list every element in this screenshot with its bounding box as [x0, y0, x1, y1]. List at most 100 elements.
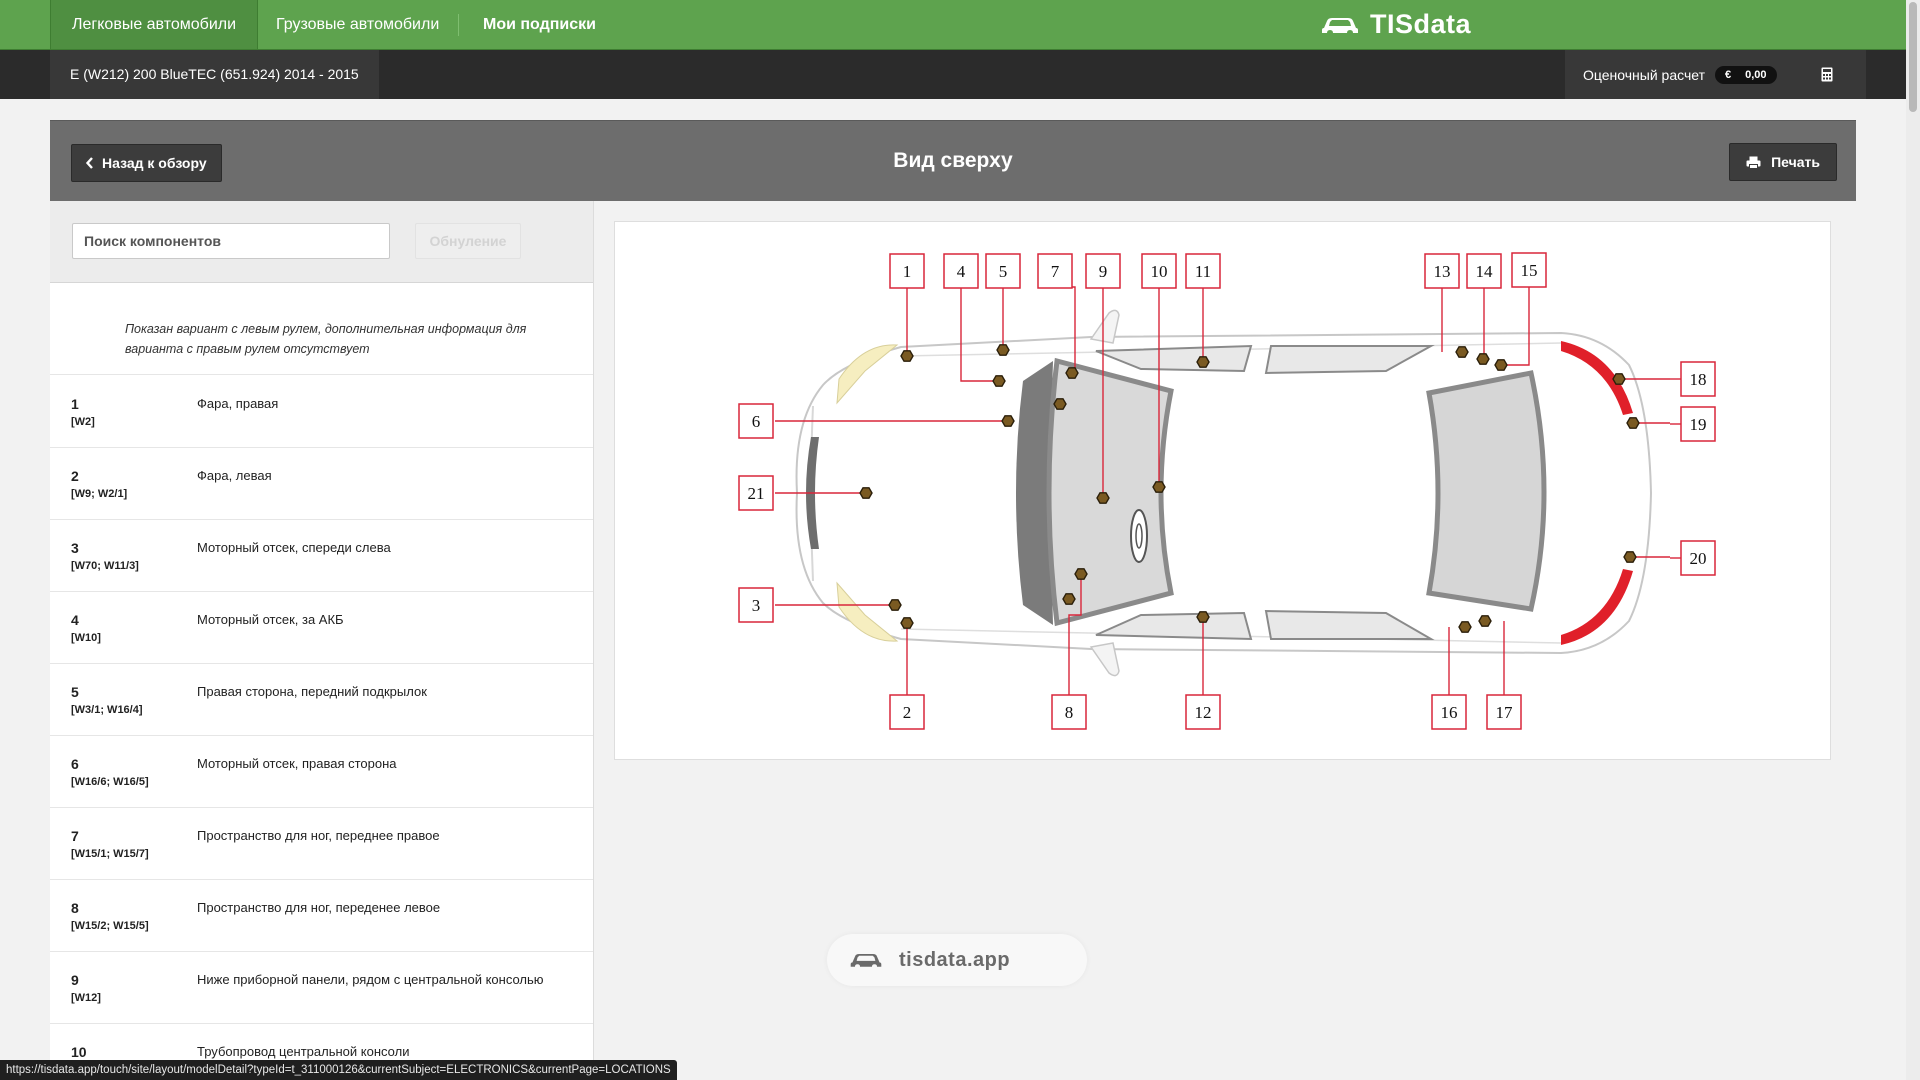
- component-code: [W70; W11/3]: [71, 560, 139, 572]
- list-item[interactable]: 9 [W12] Ниже приборной панели, рядом с ц…: [50, 952, 593, 1024]
- label-box-5[interactable]: 5: [985, 253, 1021, 289]
- scrollbar-thumb[interactable]: [1909, 2, 1917, 112]
- marker-12[interactable]: [1196, 611, 1210, 623]
- marker-14[interactable]: [1476, 353, 1490, 365]
- list-item[interactable]: 5 [W3/1; W16/4] Правая сторона, передний…: [50, 664, 593, 736]
- marker-19[interactable]: [1626, 417, 1640, 429]
- page-scrollbar[interactable]: [1906, 0, 1920, 1080]
- component-description: Ниже приборной панели, рядом с центральн…: [197, 972, 544, 987]
- nav-separator: [458, 14, 459, 36]
- component-number: 1: [71, 396, 79, 412]
- calculator-icon: [1821, 67, 1833, 82]
- component-description: Пространство для ног, переднее правое: [197, 828, 440, 843]
- list-item[interactable]: 4 [W10] Моторный отсек, за АКБ: [50, 592, 593, 664]
- component-number: 7: [71, 828, 79, 844]
- component-description: Фара, левая: [197, 468, 272, 483]
- label-box-11[interactable]: 11: [1185, 253, 1221, 289]
- marker-15[interactable]: [1494, 359, 1508, 371]
- marker-11[interactable]: [1196, 356, 1210, 368]
- marker-7b[interactable]: [1053, 398, 1067, 410]
- label-box-4[interactable]: 4: [943, 253, 979, 289]
- marker-8b[interactable]: [1062, 593, 1076, 605]
- car-top-view-diagram: 1 4 5 7 9 10 11 13 14 15 6 21 3 2 8 12 1…: [738, 252, 1716, 730]
- label-box-3[interactable]: 3: [738, 587, 774, 623]
- list-item[interactable]: 1 [W2] Фара, правая: [50, 376, 593, 448]
- marker-4[interactable]: [992, 375, 1006, 387]
- component-code: [W15/2; W15/5]: [71, 920, 149, 932]
- label-box-6[interactable]: 6: [738, 403, 774, 439]
- label-box-17[interactable]: 17: [1486, 694, 1522, 730]
- label-12: 12: [1195, 703, 1212, 722]
- component-number: 3: [71, 540, 79, 556]
- marker-2[interactable]: [900, 617, 914, 629]
- marker-10[interactable]: [1152, 481, 1166, 493]
- component-description: Моторный отсек, спереди слева: [197, 540, 391, 555]
- label-box-15[interactable]: 15: [1511, 252, 1547, 288]
- marker-17[interactable]: [1478, 615, 1492, 627]
- component-code: [W15/1; W15/7]: [71, 848, 149, 860]
- component-number: 10: [71, 1044, 87, 1060]
- car-icon: [850, 954, 882, 967]
- list-item[interactable]: 7 [W15/1; W15/7] Пространство для ног, п…: [50, 808, 593, 880]
- label-box-14[interactable]: 14: [1466, 253, 1502, 289]
- marker-9[interactable]: [1096, 492, 1110, 504]
- label-box-1[interactable]: 1: [889, 253, 925, 289]
- list-item[interactable]: 8 [W15/2; W15/5] Пространство для ног, п…: [50, 880, 593, 952]
- marker-20[interactable]: [1623, 551, 1637, 563]
- label-box-10[interactable]: 10: [1141, 253, 1177, 289]
- component-description: Моторный отсек, за АКБ: [197, 612, 344, 627]
- list-item[interactable]: 6 [W16/6; W16/5] Моторный отсек, правая …: [50, 736, 593, 808]
- label-20: 20: [1690, 549, 1707, 568]
- list-item[interactable]: 2 [W9; W2/1] Фара, левая: [50, 448, 593, 520]
- marker-13[interactable]: [1455, 346, 1469, 358]
- label-box-16[interactable]: 16: [1431, 694, 1467, 730]
- watermark: tisdata.app: [827, 934, 1087, 986]
- marker-21[interactable]: [859, 487, 873, 499]
- label-box-9[interactable]: 9: [1085, 253, 1121, 289]
- label-7: 7: [1051, 262, 1060, 281]
- watermark-text: tisdata.app: [899, 948, 1011, 971]
- component-code: [W10]: [71, 632, 101, 644]
- label-box-19[interactable]: 19: [1680, 406, 1716, 442]
- marker-16[interactable]: [1458, 621, 1472, 633]
- marker-1[interactable]: [900, 350, 914, 362]
- calculator-button[interactable]: [1788, 50, 1866, 99]
- label-box-7[interactable]: 7: [1037, 253, 1073, 289]
- marker-18[interactable]: [1612, 373, 1626, 385]
- print-button[interactable]: Печать: [1729, 143, 1837, 181]
- estimate-label: Оценочный расчет: [1583, 66, 1705, 83]
- marker-6[interactable]: [1001, 415, 1015, 427]
- marker-8a[interactable]: [1074, 568, 1088, 580]
- location-diagram: 1 4 5 7 9 10 11 13 14 15 6 21 3 2 8 12 1…: [614, 221, 1831, 760]
- label-box-2[interactable]: 2: [889, 694, 925, 730]
- reset-button[interactable]: Обнуление: [415, 223, 521, 259]
- label-box-21[interactable]: 21: [738, 475, 774, 511]
- car-icon: [1322, 17, 1358, 33]
- brand-logo[interactable]: TISdata: [1320, 0, 1471, 49]
- label-box-12[interactable]: 12: [1185, 694, 1221, 730]
- vehicle-bar: E (W212) 200 BlueTEC (651.924) 2014 - 20…: [0, 50, 1920, 99]
- label-box-20[interactable]: 20: [1680, 540, 1716, 576]
- label-6: 6: [752, 412, 761, 431]
- printer-icon: [1746, 156, 1761, 169]
- tab-trucks[interactable]: Грузовые автомобили: [255, 0, 460, 49]
- marker-5[interactable]: [996, 344, 1010, 356]
- component-search-input[interactable]: [72, 223, 390, 259]
- component-code: [W3/1; W16/4]: [71, 704, 143, 716]
- marker-7a[interactable]: [1065, 367, 1079, 379]
- component-code: [W12]: [71, 992, 101, 1004]
- estimate-summary[interactable]: Оценочный расчет € 0,00: [1565, 50, 1795, 99]
- cabin-shape: [1046, 357, 1174, 627]
- currency-symbol: €: [1725, 68, 1732, 81]
- list-item[interactable]: 3 [W70; W11/3] Моторный отсек, спереди с…: [50, 520, 593, 592]
- label-box-13[interactable]: 13: [1424, 253, 1460, 289]
- tab-my-subscriptions[interactable]: Мои подписки: [462, 0, 617, 49]
- label-box-8[interactable]: 8: [1051, 694, 1087, 730]
- label-box-18[interactable]: 18: [1680, 361, 1716, 397]
- tab-passenger-cars[interactable]: Легковые автомобили: [50, 0, 259, 49]
- page-header: Назад к обзору Вид сверху Печать: [50, 120, 1856, 201]
- vehicle-selector[interactable]: E (W212) 200 BlueTEC (651.924) 2014 - 20…: [50, 50, 379, 99]
- marker-3[interactable]: [888, 599, 902, 611]
- label-21: 21: [748, 484, 765, 503]
- label-18: 18: [1690, 370, 1707, 389]
